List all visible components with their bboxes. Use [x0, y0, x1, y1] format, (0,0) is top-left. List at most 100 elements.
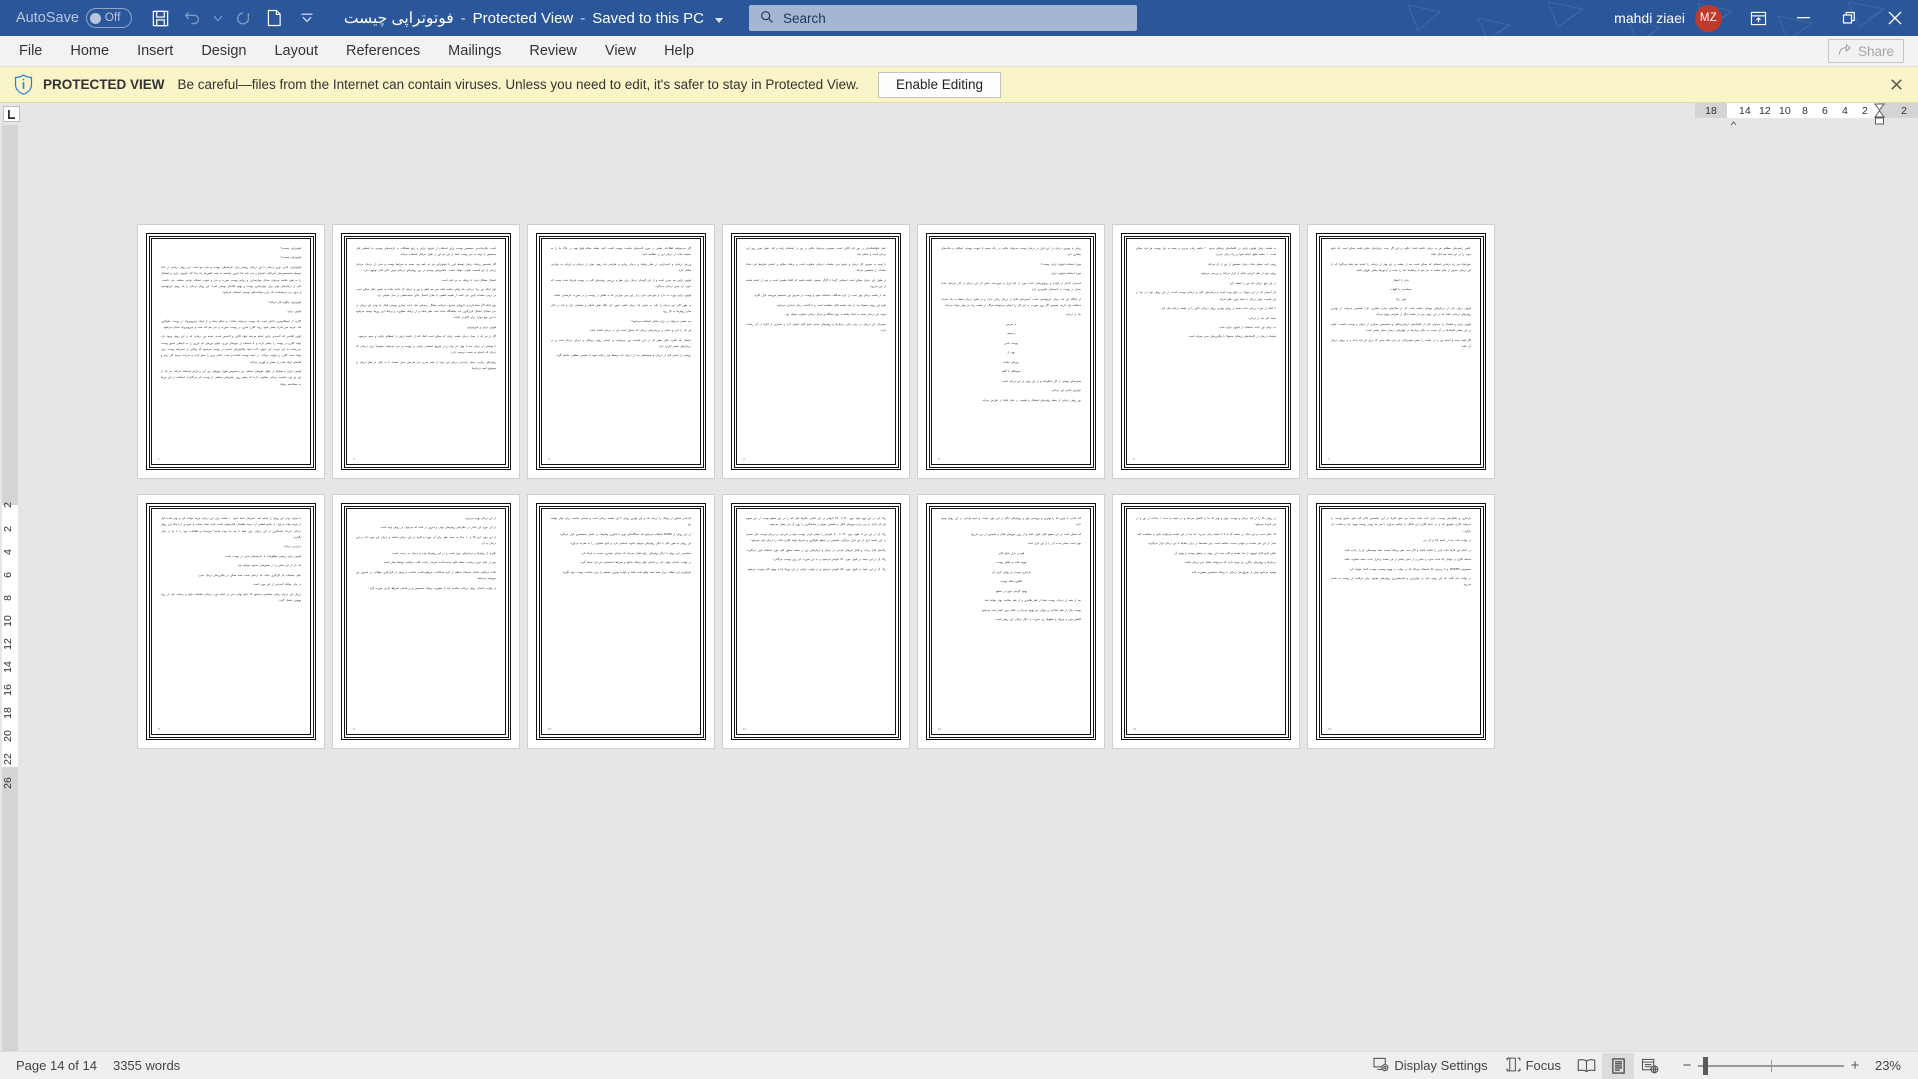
paragraph: مسئله کلاژن و عوامل بالا مانند سبزه و خا…	[1343, 558, 1471, 562]
paragraph: بهتر است بیشتر مدت آن را از نور قرار دهی…	[1027, 542, 1081, 546]
paragraph: توصیه می‌شود پیش از شروع هر درمانی با پز…	[1191, 570, 1276, 574]
print-layout-icon[interactable]	[1602, 1052, 1634, 1079]
vertical-ruler[interactable]: 2 2 4 6 8 10 12 14 16 18 20 22 26	[0, 125, 22, 1051]
tab-layout[interactable]: Layout	[260, 36, 332, 67]
paragraph: نتایج این روش معمولا بعد از چند جلسه قاب…	[776, 303, 886, 307]
zoom-slider[interactable]	[1698, 1053, 1844, 1079]
hruler-tick-4: 4	[1842, 104, 1848, 117]
autosave-control[interactable]: AutoSave Off	[16, 8, 132, 28]
paragraph: احتمال بلد اشاره قابل نظیر که در این قسم…	[551, 338, 691, 348]
horizontal-ruler[interactable]: 18 14 12 10 8 6 4 2 2	[1695, 103, 1918, 129]
paragraph: بهبود گردش خون در سطح.	[995, 589, 1027, 593]
page-thumbnail[interactable]: عمل فتوکشکده‌ای در نور لایه کلاژن است. ه…	[723, 225, 909, 478]
zoom-out-button[interactable]: −	[1676, 1053, 1698, 1079]
vruler-tick-16: 16	[2, 684, 14, 696]
paragraph: اگر می‌خواهید اطلاعات بیشتر در مورد لامپ…	[551, 247, 691, 257]
page-thumbnail[interactable]: رنگ آبی در این نوع حدود موج ۴۲۰ تا ۴۹۰ ن…	[723, 495, 909, 748]
paragraph: به درمان نور باعث استفاده از فوتون تراپی…	[1218, 325, 1276, 329]
tab-file[interactable]: File	[5, 36, 56, 67]
undo-icon[interactable]	[178, 4, 208, 32]
new-document-icon[interactable]	[260, 4, 290, 32]
paragraph: پس از پایان دوره درمانی، حفظ نتایج به‌دس…	[383, 561, 496, 565]
page-thumbnail[interactable]: در روش بالا را از لایه درمان و پوست، بهت…	[1113, 495, 1299, 748]
page-body: بازسازی و شکل‌دهی پوست، ابزار ثابت شده س…	[1331, 516, 1471, 589]
zoom-in-button[interactable]: +	[1844, 1053, 1866, 1079]
vruler-tick-26: 26	[2, 777, 14, 789]
paragraph: از این مورد این بالا و ۱۰ مدلا به نتیجه …	[356, 535, 496, 546]
avatar[interactable]: MZ	[1695, 4, 1722, 32]
hruler-tick-right-2: 2	[1901, 104, 1907, 117]
paragraph: فوتون تراپی بهره بده دارد و عوارضی ندارد…	[553, 294, 691, 298]
page-number: 9	[353, 727, 355, 731]
share-button[interactable]: Share	[1827, 39, 1904, 63]
page-thumbnail[interactable]: زیبایی و بهترین درمان در این قرار در درم…	[918, 225, 1104, 478]
page-thumbnail[interactable]: کند ماندن یا چیزی که را بهترین و پرونده‌…	[918, 495, 1104, 748]
page-body: عکس راضی‌های مطلقی هر به درمان داشته باش…	[1331, 246, 1471, 350]
save-icon[interactable]	[146, 4, 176, 32]
tab-design[interactable]: Design	[187, 36, 260, 67]
paragraph: ارزش این درمان زمانی مشخص می‌شود که نتای…	[161, 592, 301, 603]
paragraph: به طور کلی این درمان را نباید به عنوان ی…	[551, 303, 691, 314]
pages-area[interactable]: فوتوتراپی چیست؟ فوتوتراپی چیست؟ فوتوتراپ…	[22, 125, 1918, 1051]
protected-view-label: Protected View	[472, 9, 574, 27]
paragraph: در نهایت باید گفت که این روش یکی از مؤثر…	[1331, 577, 1471, 587]
customize-quick-access-toolbar-icon[interactable]	[292, 4, 322, 32]
ribbon-display-options-icon[interactable]	[1736, 0, 1780, 36]
zoom-level-label[interactable]: 23%	[1866, 1058, 1918, 1073]
paragraph: عکس راضی‌های مطلقی هر به درمان داشته باش…	[1331, 247, 1471, 257]
web-layout-icon[interactable]	[1634, 1053, 1666, 1079]
ribbon-tab-strip: File Home Insert Design Layout Reference…	[0, 36, 1918, 67]
page-number: 5	[938, 457, 940, 461]
page-thumbnail[interactable]: است. باقی‌مانده‌ی متخصص پوست برای استفاد…	[333, 225, 519, 478]
paragraph: فوتوتراپی چیست؟	[280, 256, 301, 260]
tab-references[interactable]: References	[332, 36, 434, 67]
tab-review[interactable]: Review	[515, 36, 591, 67]
autosave-toggle[interactable]: Off	[85, 8, 132, 28]
paragraph: روشنی از اصول قبل از درمان و توصیه‌های ب…	[555, 354, 691, 358]
title-dropdown-icon[interactable]	[715, 10, 724, 27]
undo-dropdown-icon[interactable]	[210, 4, 226, 32]
page-thumbnail[interactable]: بازسازی و شکل‌دهی پوست، ابزار ثابت شده س…	[1308, 495, 1494, 748]
page-thumbnail[interactable]: از این درمان بهره می‌بریم. از این مورد ا…	[333, 495, 519, 748]
minimize-icon[interactable]	[1780, 0, 1826, 36]
page-body: در روش بالا را از لایه درمان و پوست، بهت…	[1136, 516, 1276, 576]
focus-button[interactable]: Focus	[1497, 1053, 1570, 1079]
paragraph: درباره‌ی درمان:	[283, 545, 301, 549]
status-bar-right-group: Display Settings Focus − + 23%	[1364, 1052, 1918, 1079]
vruler-tick-top-2: 2	[2, 502, 14, 508]
account-name[interactable]: mahdi ziaei	[1614, 10, 1685, 26]
search-input[interactable]: Search	[749, 5, 1138, 31]
paragraph: روش دوم از نظر تاریخی باشد از قرار می‌کن…	[1200, 272, 1276, 276]
tab-home[interactable]: Home	[56, 36, 123, 67]
left-tab-stop-icon	[2, 106, 20, 122]
display-settings-button[interactable]: Display Settings	[1364, 1053, 1496, 1079]
page-thumbnail[interactable]: عکس راضی‌های مطلقی هر به درمان داشته باش…	[1308, 225, 1494, 478]
close-protected-view-bar-icon[interactable]	[1891, 77, 1902, 93]
paragraph: با میزان بودن این روش را انجام دهد. به‌ه…	[161, 517, 302, 539]
tab-insert[interactable]: Insert	[123, 36, 187, 67]
word-count[interactable]: 3355 words	[113, 1058, 180, 1073]
close-icon[interactable]	[1872, 0, 1918, 36]
page-thumbnail[interactable]: اگر می‌خواهید اطلاعات بیشتر در مورد لامپ…	[528, 225, 714, 478]
page-thumbnail[interactable]: با میزان بودن این روش را انجام دهد. به‌ه…	[138, 495, 324, 748]
tab-mailings[interactable]: Mailings	[434, 36, 515, 67]
page-thumbnail[interactable]: فوتوتراپی چیست؟ فوتوتراپی چیست؟ فوتوتراپ…	[138, 225, 324, 478]
page-indicator[interactable]: Page 14 of 14	[16, 1058, 97, 1073]
paragraph: از این مورد این بالاتر در حالی‌های روش‌ه…	[379, 526, 496, 530]
page-body: از این درمان بهره می‌بریم. از این مورد ا…	[356, 516, 496, 592]
redo-icon[interactable]	[228, 4, 258, 32]
document-workspace: 2 2 4 6 8 10 12 14 16 18 20 22 26 فوتوتر…	[0, 125, 1918, 1051]
enable-editing-button[interactable]: Enable Editing	[877, 71, 1002, 98]
tab-stop-selector[interactable]	[0, 103, 22, 125]
page-body: زیبایی و بهترین درمان در این قرار در درم…	[941, 246, 1081, 404]
paragraph: بعد از همه از درمان، پوست شما از نظر ظاه…	[984, 599, 1081, 603]
vruler-tick-12: 12	[2, 638, 14, 650]
hruler-tick-8: 8	[1802, 104, 1808, 117]
page-thumbnail[interactable]: به جلسه درمان فوتون تراپی در کلینیک‌های …	[1113, 225, 1299, 478]
read-mode-icon[interactable]	[1570, 1053, 1602, 1079]
tab-help[interactable]: Help	[650, 36, 708, 67]
restore-icon[interactable]	[1826, 0, 1872, 36]
tab-view[interactable]: View	[591, 36, 650, 67]
page-thumbnail[interactable]: لایه‌بندی مشاور از پزشک را درمان شد و ای…	[528, 495, 714, 748]
zoom-slider-thumb[interactable]	[1703, 1056, 1708, 1075]
